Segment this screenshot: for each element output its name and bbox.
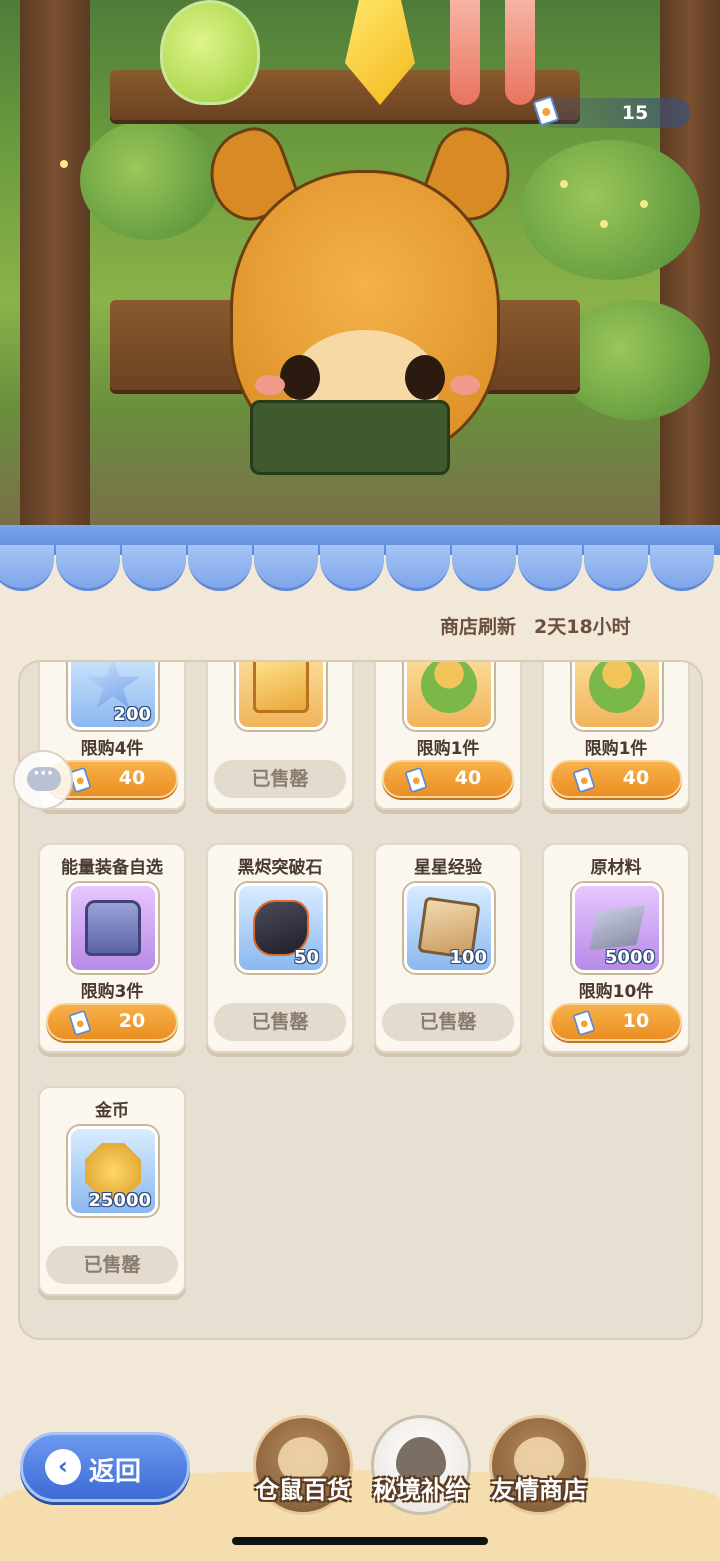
chest-icon — [85, 900, 141, 956]
chat-icon — [27, 763, 61, 791]
item-frame[interactable] — [236, 662, 326, 730]
flower — [560, 180, 568, 188]
awning-scallop — [386, 545, 450, 591]
test-tube — [505, 0, 535, 105]
buy-button[interactable]: 40 — [550, 760, 682, 798]
awning-scallop — [254, 545, 318, 591]
refresh-time: 2天18小时 — [534, 616, 631, 638]
hamster-eye — [405, 355, 445, 400]
purchase-limit: 限购4件 — [80, 739, 144, 759]
shop-item-card[interactable]: 限购1件 40 — [542, 662, 690, 810]
purchase-limit: 限购10件 — [578, 982, 654, 1002]
item-frame[interactable] — [572, 662, 662, 730]
plant-icon — [589, 662, 645, 713]
item-quantity: 200 — [113, 704, 151, 725]
chat-button[interactable] — [13, 750, 73, 810]
buy-button[interactable]: 40 — [382, 760, 514, 798]
item-name: 能量装备自选 — [61, 858, 163, 878]
tree-trunk — [660, 0, 720, 545]
item-price: 40 — [454, 767, 482, 789]
tab-hamster-store[interactable]: 仓鼠百货 — [248, 1415, 358, 1535]
buy-button[interactable]: 10 — [550, 1003, 682, 1041]
hamster-eye — [280, 355, 320, 400]
shop-item-card[interactable]: 已售罄 — [206, 662, 354, 810]
awning-scallop — [518, 545, 582, 591]
item-quantity: 50 — [293, 947, 319, 968]
gold-ticket-icon — [253, 662, 309, 713]
currency-badge: 15 — [532, 95, 690, 128]
purchase-limit: 限购3件 — [80, 982, 144, 1002]
item-price: 40 — [118, 767, 146, 789]
awning-scallop — [56, 545, 120, 591]
item-quantity: 100 — [449, 947, 487, 968]
tab-label: 友情商店 — [491, 1476, 587, 1504]
shop-item-card[interactable]: 原材料 5000 限购10件 10 — [542, 843, 690, 1053]
item-frame[interactable]: 25000 — [68, 1126, 158, 1216]
tab-secret-supply[interactable]: 秘境补给 — [366, 1415, 476, 1535]
shop-item-card[interactable]: 限购1件 40 — [374, 662, 522, 810]
refresh-label: 商店刷新 — [440, 616, 517, 638]
shop-item-card[interactable]: 金币 25000 已售罄 — [38, 1086, 186, 1296]
purchase-limit: 限购1件 — [584, 739, 648, 759]
flower — [60, 160, 68, 168]
item-frame[interactable]: 100 — [404, 883, 494, 973]
item-quantity: 25000 — [88, 1190, 151, 1211]
sold-out-label: 已售罄 — [214, 1003, 346, 1041]
item-frame[interactable] — [68, 883, 158, 973]
buy-button[interactable]: 20 — [46, 1003, 178, 1041]
item-price: 40 — [622, 767, 650, 789]
item-frame[interactable] — [404, 662, 494, 730]
flower — [600, 220, 608, 228]
hamster-cheek — [450, 375, 480, 395]
shop-item-card[interactable]: 能量装备自选 限购3件 20 — [38, 843, 186, 1053]
flower — [640, 200, 648, 208]
purchase-limit: 限购1件 — [416, 739, 480, 759]
awning-scallop — [0, 545, 54, 591]
item-frame[interactable]: 200 — [68, 662, 158, 730]
hamster-vest — [250, 400, 450, 475]
item-frame[interactable]: 50 — [236, 883, 326, 973]
awning-scallop — [122, 545, 186, 591]
plant-icon — [421, 662, 477, 713]
sold-out-label: 已售罄 — [46, 1246, 178, 1284]
back-label: 返回 — [89, 1457, 142, 1487]
bush — [520, 140, 700, 280]
item-quantity: 5000 — [604, 947, 655, 968]
back-button[interactable]: ‹ 返回 — [20, 1432, 190, 1502]
shop-item-grid[interactable]: 200 限购4件 40 已售罄 限购1件 40 限购1件 40 能量装备自选 限购3件 20 黑烬突破… — [18, 660, 703, 1340]
shop-item-card[interactable]: 星星经验 100 已售罄 — [374, 843, 522, 1053]
awning-scallop — [320, 545, 384, 591]
hamster-cheek — [255, 375, 285, 395]
awning-scallop — [188, 545, 252, 591]
awning-scallop — [452, 545, 516, 591]
awning-scallop — [584, 545, 648, 591]
item-frame[interactable]: 5000 — [572, 883, 662, 973]
shop-awning — [0, 525, 720, 595]
tab-friendship-shop[interactable]: 友情商店 — [484, 1415, 594, 1535]
tree-trunk — [20, 0, 90, 545]
bush — [80, 120, 220, 240]
item-name: 星星经验 — [414, 858, 482, 878]
back-arrow-icon: ‹ — [45, 1449, 81, 1485]
bush — [560, 300, 710, 420]
item-price: 20 — [118, 1010, 146, 1032]
potion-bottle — [160, 0, 260, 105]
item-name: 原材料 — [590, 858, 642, 878]
test-tube — [450, 0, 480, 105]
item-price: 10 — [622, 1010, 650, 1032]
item-name: 黑烬突破石 — [237, 858, 323, 878]
awning-scallop — [650, 545, 714, 591]
sold-out-label: 已售罄 — [214, 760, 346, 798]
sold-out-label: 已售罄 — [382, 1003, 514, 1041]
currency-count: 15 — [621, 102, 649, 124]
shopkeeper-scene — [0, 0, 720, 545]
shop-refresh-timer: 商店刷新 2天18小时 — [440, 612, 631, 639]
shop-item-card[interactable]: 黑烬突破石 50 已售罄 — [206, 843, 354, 1053]
home-indicator[interactable] — [232, 1537, 488, 1545]
item-name: 金币 — [95, 1101, 129, 1121]
